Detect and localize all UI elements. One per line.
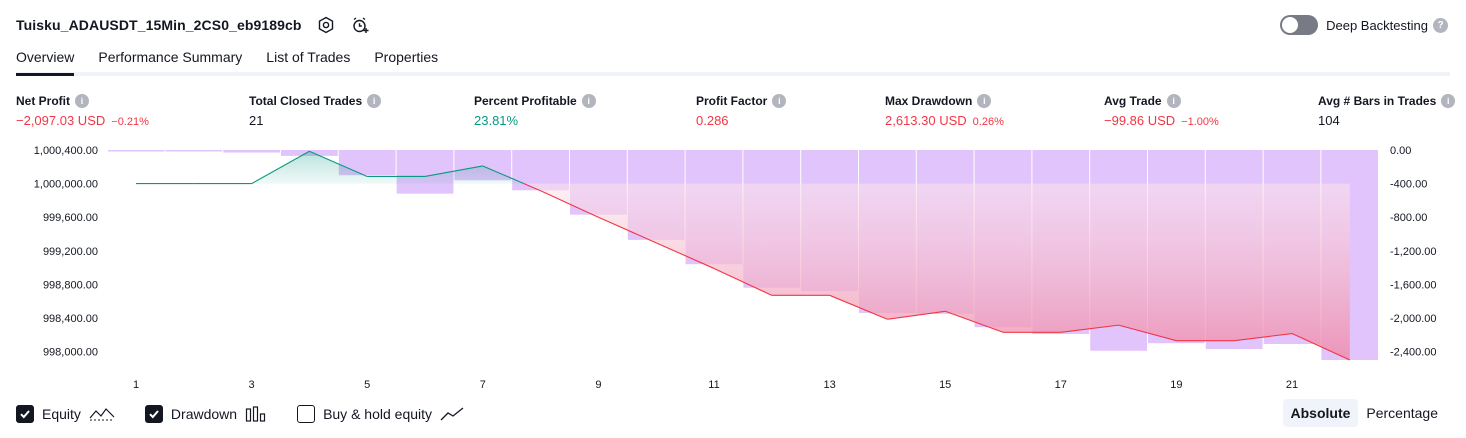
metric-value: 104 <box>1318 113 1340 128</box>
left-axis-tick-label: 999,200.00 <box>43 246 98 258</box>
x-axis-tick-label: 17 <box>1055 379 1067 391</box>
right-axis-tick-label: -2,000.00 <box>1390 313 1436 325</box>
info-icon[interactable]: i <box>75 94 89 108</box>
left-axis-tick-label: 998,400.00 <box>43 313 98 325</box>
report-tabs: Overview Performance Summary List of Tra… <box>16 44 1450 76</box>
x-axis-tick-label: 21 <box>1286 379 1298 391</box>
x-axis-tick-label: 9 <box>595 379 601 391</box>
metric-value: 23.81% <box>474 113 519 128</box>
settings-gear-icon[interactable] <box>316 15 336 35</box>
drawdown-toggle[interactable]: Drawdown <box>144 405 267 423</box>
drawdown-bars-icon <box>245 406 267 422</box>
metric-label: Percent Profitable <box>474 94 577 108</box>
metric-value: 0.286 <box>696 113 729 128</box>
add-alert-icon[interactable] <box>350 15 370 35</box>
right-axis-tick-label: -1,600.00 <box>1390 279 1436 291</box>
metric-label: Avg # Bars in Trades <box>1318 94 1437 108</box>
metric-label: Total Closed Trades <box>249 94 363 108</box>
equity-toggle[interactable]: Equity <box>16 405 115 423</box>
tab-performance-summary[interactable]: Performance Summary <box>98 44 242 72</box>
drawdown-bar <box>396 150 454 194</box>
drawdown-label: Drawdown <box>170 406 238 422</box>
x-axis-tick-label: 3 <box>249 379 255 391</box>
equity-drawdown-chart[interactable]: 1,000,400.00 1,000,000.00 999,600.00 999,20… <box>0 138 1466 396</box>
x-axis-tick-label: 7 <box>480 379 486 391</box>
info-icon[interactable]: i <box>581 94 596 108</box>
metric-label: Net Profit <box>16 94 70 108</box>
left-axis-tick-label: 1,000,400.00 <box>34 145 98 157</box>
x-axis-tick-label: 5 <box>364 379 370 391</box>
x-axis-tick-label: 19 <box>1170 379 1182 391</box>
absolute-mode-button[interactable]: Absolute <box>1282 399 1359 427</box>
left-axis-tick-label: 998,800.00 <box>43 279 98 291</box>
info-icon[interactable]: i <box>1441 94 1456 108</box>
metric-label: Max Drawdown <box>885 94 973 108</box>
metric-total-closed-trades: Total Closed Trades i 21 <box>249 94 382 128</box>
drawdown-bar <box>223 150 280 153</box>
metric-label: Avg Trade <box>1104 94 1162 108</box>
metric-percent-profitable: Percent Profitable i 23.81% <box>474 94 596 128</box>
left-axis-tick-label: 1,000,000.00 <box>34 179 98 191</box>
info-icon[interactable]: i <box>1166 94 1181 108</box>
equity-loss-area <box>136 183 1350 360</box>
right-axis-tick-label: -1,200.00 <box>1390 246 1436 258</box>
buy-hold-label: Buy & hold equity <box>323 406 433 422</box>
tab-properties[interactable]: Properties <box>374 44 438 72</box>
left-axis-tick-label: 998,000.00 <box>43 347 98 359</box>
deep-backtesting-help-icon[interactable]: ? <box>1433 17 1448 33</box>
scale-mode-switch: Absolute Percentage <box>1282 399 1447 427</box>
left-axis-tick-label: 999,600.00 <box>43 212 98 224</box>
equity-line-icon <box>89 406 115 422</box>
right-axis-tick-label: -800.00 <box>1390 212 1427 224</box>
metric-percent: −1.00% <box>1181 116 1219 128</box>
buy-hold-toggle[interactable]: Buy & hold equity <box>297 405 464 423</box>
x-axis-tick-label: 15 <box>939 379 951 391</box>
metric-value: −99.86 USD <box>1104 113 1176 128</box>
info-icon[interactable]: i <box>367 94 382 108</box>
x-axis-tick-label: 13 <box>823 379 835 391</box>
metric-value: −2,097.03 USD <box>16 113 106 128</box>
deep-backtesting-toggle[interactable] <box>1280 15 1319 35</box>
metric-value: 2,613.30 USD <box>885 113 967 128</box>
left-axis: 1,000,400.00 1,000,000.00 999,600.00 999,20… <box>34 145 98 359</box>
right-axis: 0.00 -400.00 -800.00 -1,200.00 -1,600.00 -2,0… <box>1390 145 1436 359</box>
strategy-title: Tuisku_ADAUSDT_15Min_2CS0_eb9189cb <box>16 17 302 33</box>
equity-label: Equity <box>42 406 81 422</box>
buy-hold-checkbox[interactable] <box>297 405 316 423</box>
metric-value: 21 <box>249 113 264 128</box>
tab-overview[interactable]: Overview <box>16 44 75 76</box>
report-header: Tuisku_ADAUSDT_15Min_2CS0_eb9189cb <box>16 12 370 38</box>
tab-list-of-trades[interactable]: List of Trades <box>266 44 350 72</box>
equity-checkbox[interactable] <box>16 405 34 423</box>
metric-percent: 0.26% <box>972 116 1004 128</box>
chart-legend: Equity Drawdown Buy & hold equity <box>16 402 494 426</box>
metric-avg-bars-in-trades: Avg # Bars in Trades i 104 <box>1318 94 1456 128</box>
deep-backtesting-label: Deep Backtesting <box>1326 17 1428 33</box>
metric-net-profit: Net Profit i −2,097.03 USD −0.21% <box>16 94 149 128</box>
right-axis-tick-label: -400.00 <box>1390 179 1427 191</box>
deep-backtesting-control: Deep Backtesting ? <box>1280 12 1448 38</box>
metric-profit-factor: Profit Factor i 0.286 <box>696 94 787 128</box>
x-axis-tick-label: 1 <box>133 379 139 391</box>
buy-hold-line-icon <box>440 406 464 422</box>
drawdown-bar <box>165 150 223 152</box>
x-axis: 1 3 5 7 9 11 13 15 17 19 21 <box>133 379 1298 391</box>
metric-label: Profit Factor <box>696 94 768 108</box>
metric-max-drawdown: Max Drawdown i 2,613.30 USD 0.26% <box>885 94 1004 128</box>
right-axis-tick-label: 0.00 <box>1390 145 1411 157</box>
drawdown-checkbox[interactable] <box>144 405 163 423</box>
right-axis-tick-label: -2,400.00 <box>1390 347 1436 359</box>
info-icon[interactable]: i <box>772 94 787 108</box>
info-icon[interactable]: i <box>977 94 992 108</box>
x-axis-tick-label: 11 <box>708 379 719 391</box>
metric-percent: −0.21% <box>111 116 149 128</box>
drawdown-bar <box>108 150 165 152</box>
metric-avg-trade: Avg Trade i −99.86 USD −1.00% <box>1104 94 1219 128</box>
percentage-mode-button[interactable]: Percentage <box>1358 399 1446 427</box>
